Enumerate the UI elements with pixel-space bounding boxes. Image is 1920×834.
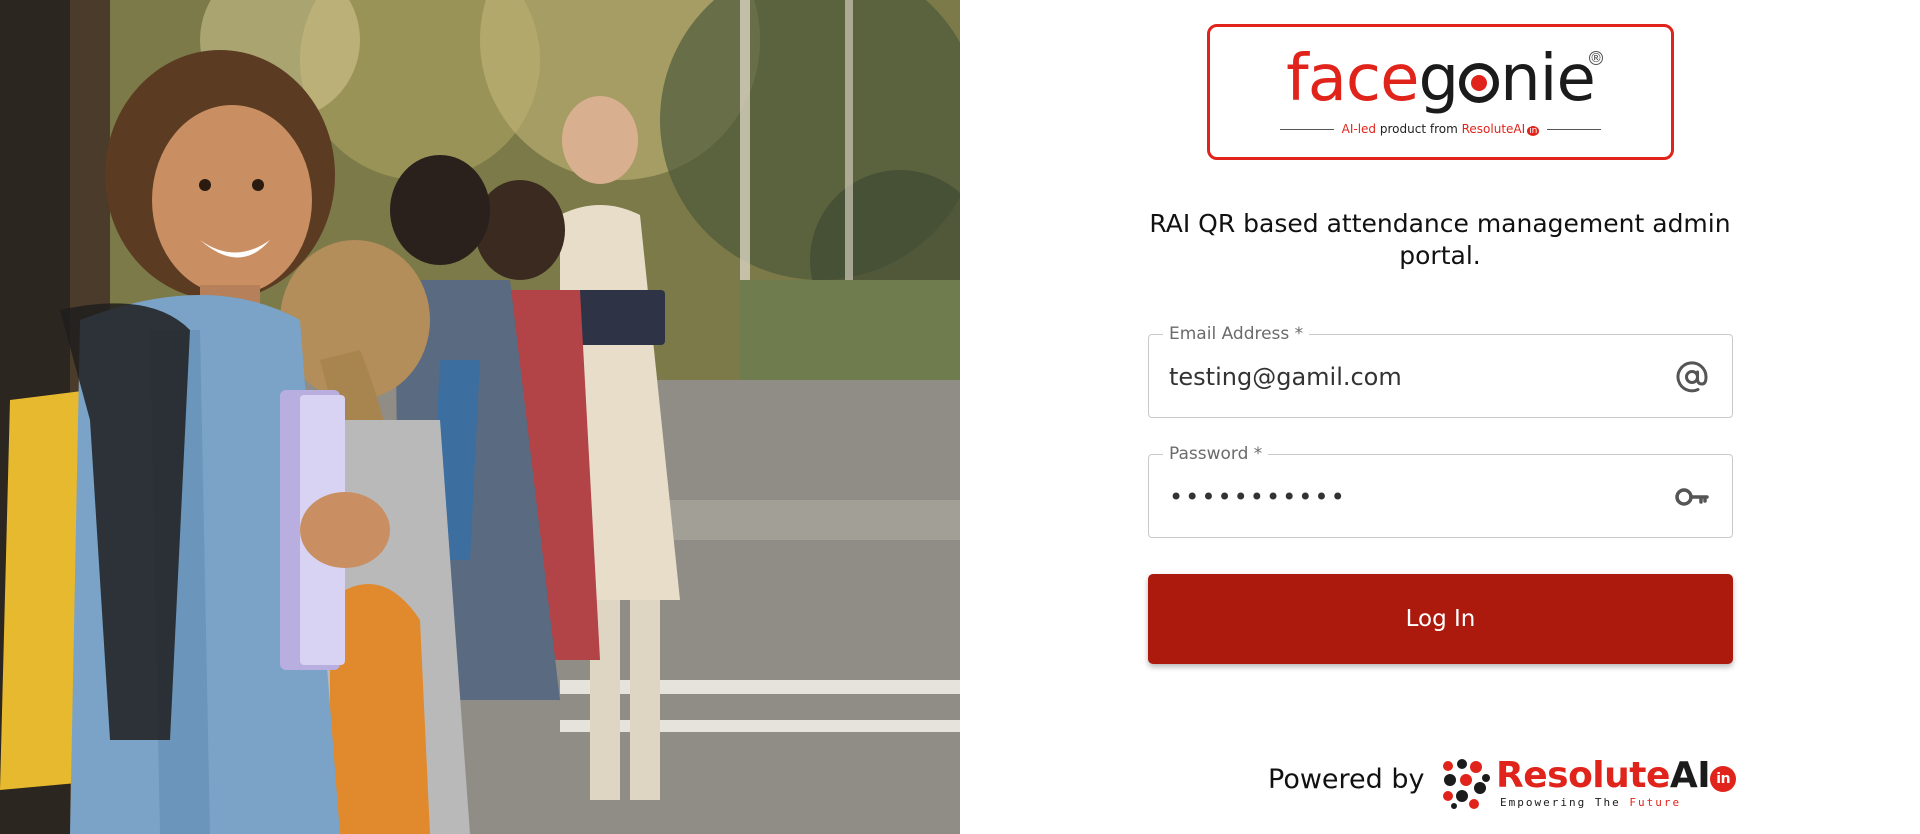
password-field[interactable]: Password * ••••••••••• xyxy=(1148,443,1733,538)
tagline-brand: ResoluteAI xyxy=(1461,122,1526,136)
logo-text-nie: nie xyxy=(1500,42,1596,116)
in-badge-icon: in xyxy=(1527,126,1540,136)
registered-mark: ® xyxy=(1589,51,1603,65)
tagline-middle: product from xyxy=(1379,122,1458,136)
eye-icon xyxy=(1459,63,1500,103)
email-input[interactable]: testing@gamil.com xyxy=(1169,361,1662,393)
hero-image xyxy=(0,0,960,834)
email-field[interactable]: Email Address * testing@gamil.com xyxy=(1148,323,1733,418)
email-label: Email Address * xyxy=(1163,323,1310,345)
tagline-divider-left xyxy=(1280,128,1334,130)
company-name-part2: AI xyxy=(1669,755,1711,796)
key-icon[interactable] xyxy=(1674,479,1710,515)
resoluteai-mark-icon xyxy=(1443,759,1490,809)
company-tagline: Empowering The Future xyxy=(1500,796,1681,809)
students-illustration xyxy=(0,0,960,834)
password-input[interactable]: ••••••••••• xyxy=(1169,481,1662,513)
login-button[interactable]: Log In xyxy=(1148,574,1733,664)
facegenie-logo: faceg nie ® AI-led product from ResoluteA… xyxy=(1207,24,1674,160)
company-name-part1: Resolute xyxy=(1496,755,1670,796)
tagline-divider-right xyxy=(1547,128,1602,130)
logo-text-g: g xyxy=(1418,42,1459,116)
at-sign-icon xyxy=(1676,361,1708,393)
logo-tagline: AI-led product from ResoluteAI in xyxy=(1280,122,1602,136)
page-title: RAI QR based attendance management admin… xyxy=(1149,209,1731,270)
resoluteai-logo: ResoluteAI in Empowering The Future xyxy=(1440,756,1740,812)
tagline-prefix: AI-led xyxy=(1341,122,1377,136)
in-badge: in xyxy=(1710,766,1737,792)
password-label: Password * xyxy=(1163,443,1269,465)
logo-text-face: face xyxy=(1286,42,1419,116)
powered-by-label: Powered by xyxy=(1268,764,1425,795)
tagline-words: Empowering The xyxy=(1500,796,1621,809)
resoluteai-wordmark: ResoluteAI in xyxy=(1496,755,1737,796)
tagline-highlight: Future xyxy=(1629,796,1682,809)
login-panel: faceg nie ® AI-led product from ResoluteA… xyxy=(960,0,1920,834)
